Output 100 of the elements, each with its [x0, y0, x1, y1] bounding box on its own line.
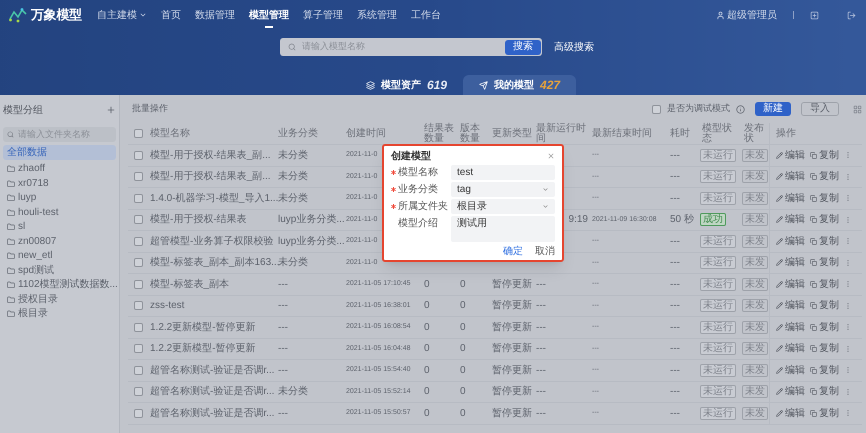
checkbox[interactable] — [134, 129, 142, 138]
table-cell-text: 超管名称测试-验证是否调r... — [150, 364, 274, 378]
copy-button[interactable]: 复制 — [810, 169, 839, 184]
folder-icon — [7, 238, 15, 246]
copy-button[interactable]: 复制 — [810, 234, 839, 249]
copy-icon — [810, 324, 817, 331]
publish-badge: 未发 — [742, 213, 768, 226]
add-icon[interactable] — [106, 105, 116, 115]
advanced-search-link[interactable]: 高级搜索 — [554, 40, 594, 54]
nav-item[interactable]: 自主建模 — [97, 0, 147, 30]
search-icon — [288, 43, 296, 51]
grid-icon[interactable] — [853, 104, 862, 114]
import-button[interactable]: 导入 — [801, 102, 839, 116]
search-field[interactable]: 请输入模型名称 搜索 — [280, 38, 542, 56]
table-cell-text: 0 — [460, 342, 466, 356]
folder-item[interactable]: zhaoff — [3, 162, 116, 176]
new-button[interactable]: 新建 — [755, 102, 791, 116]
asset-tab[interactable]: 我的模型 427 — [463, 75, 576, 95]
folder-item[interactable]: 授权目录 — [3, 292, 116, 307]
select-field[interactable]: tag — [451, 182, 555, 197]
checkbox[interactable] — [134, 172, 142, 182]
confirm-button[interactable]: 确定 — [503, 244, 523, 258]
checkbox[interactable] — [652, 104, 661, 114]
copy-button[interactable]: 复制 — [810, 384, 839, 400]
edit-button[interactable]: 编辑 — [776, 148, 805, 163]
copy-icon — [810, 152, 817, 159]
publish-badge: 未发 — [742, 364, 768, 377]
search-button[interactable]: 搜索 — [505, 40, 541, 54]
copy-button[interactable]: 复制 — [810, 276, 839, 292]
edit-button[interactable]: 编辑 — [776, 320, 805, 335]
edit-button[interactable]: 编辑 — [776, 384, 805, 400]
edit-button[interactable]: 编辑 — [776, 362, 805, 378]
nav-item[interactable]: 模型管理 — [249, 0, 289, 30]
pencil-icon — [776, 259, 783, 266]
input-field[interactable]: test — [451, 165, 555, 180]
info-icon[interactable] — [736, 104, 745, 114]
edit-button[interactable]: 编辑 — [776, 276, 805, 292]
folder-item[interactable]: luyp — [3, 191, 116, 206]
copy-icon — [810, 302, 817, 310]
user-name[interactable]: 超级管理员 — [727, 8, 777, 22]
checkbox[interactable] — [134, 366, 142, 375]
nav-item[interactable]: 首页 — [161, 0, 181, 30]
logout-icon[interactable] — [847, 10, 856, 20]
edit-button[interactable]: 编辑 — [776, 169, 805, 184]
edit-button[interactable]: 编辑 — [776, 341, 805, 356]
folder-item[interactable]: zn00807 — [3, 234, 116, 249]
edit-button[interactable]: 编辑 — [776, 255, 805, 270]
table-cell-text: 超管名称测试-验证是否调r... — [150, 384, 274, 400]
select-field[interactable]: 根目录 — [451, 199, 555, 214]
nav-item[interactable]: 数据管理 — [195, 0, 235, 30]
folder-item[interactable]: spd测试 — [3, 264, 116, 278]
checkbox[interactable] — [134, 150, 142, 160]
folder-item[interactable]: new_etl — [3, 249, 116, 264]
edit-button[interactable]: 编辑 — [776, 406, 805, 421]
column-header: 业务分类 — [278, 128, 318, 138]
table-cell-text: 0 — [424, 299, 430, 314]
copy-button[interactable]: 复制 — [810, 298, 839, 314]
folder-item[interactable]: houli-test — [3, 206, 116, 220]
nav-item[interactable]: 系统管理 — [357, 0, 397, 30]
folder-item[interactable]: sl — [3, 220, 116, 234]
copy-button[interactable]: 复制 — [810, 255, 839, 270]
cancel-button[interactable]: 取消 — [535, 244, 555, 258]
checkbox[interactable] — [134, 322, 142, 332]
edit-button[interactable]: 编辑 — [776, 298, 805, 314]
copy-button[interactable]: 复制 — [810, 341, 839, 356]
publish-badge: 未发 — [742, 385, 768, 398]
checkbox[interactable] — [134, 258, 142, 268]
textarea-field[interactable]: 测试用 — [451, 216, 555, 242]
copy-button[interactable]: 复制 — [810, 362, 839, 378]
table-cell-text: 50 秒 — [670, 212, 694, 228]
checkbox[interactable] — [134, 301, 142, 310]
edit-button[interactable]: 编辑 — [776, 190, 805, 206]
close-icon[interactable] — [547, 152, 555, 160]
folder-item[interactable]: 1102模型测试数据数... — [3, 278, 116, 292]
nav-item[interactable]: 工作台 — [411, 0, 441, 30]
pencil-icon — [776, 345, 783, 352]
nav-item[interactable]: 算子管理 — [303, 0, 343, 30]
batch-actions-label[interactable]: 批量操作 — [128, 102, 168, 116]
copy-button[interactable]: 复制 — [810, 406, 839, 421]
edit-button[interactable]: 编辑 — [776, 234, 805, 249]
copy-icon — [810, 366, 817, 374]
copy-button[interactable]: 复制 — [810, 212, 839, 228]
table-cell-text: 0 — [460, 299, 466, 314]
checkbox[interactable] — [134, 408, 142, 418]
checkbox[interactable] — [134, 387, 142, 396]
folder-item[interactable]: 根目录 — [3, 307, 116, 322]
checkbox[interactable] — [134, 280, 142, 289]
checkbox[interactable] — [134, 194, 142, 203]
folder-item[interactable]: 全部数据 — [3, 145, 116, 160]
folder-item[interactable]: xr0718 — [3, 176, 116, 191]
square-plus-icon[interactable] — [810, 10, 819, 20]
asset-tab[interactable]: 模型资产 619 — [350, 75, 464, 95]
search-placeholder: 请输入模型名称 — [302, 40, 366, 54]
copy-button[interactable]: 复制 — [810, 190, 839, 206]
checkbox[interactable] — [134, 215, 142, 224]
checkbox[interactable] — [134, 236, 142, 246]
edit-button[interactable]: 编辑 — [776, 212, 805, 228]
copy-button[interactable]: 复制 — [810, 320, 839, 335]
checkbox[interactable] — [134, 344, 142, 354]
copy-button[interactable]: 复制 — [810, 148, 839, 163]
